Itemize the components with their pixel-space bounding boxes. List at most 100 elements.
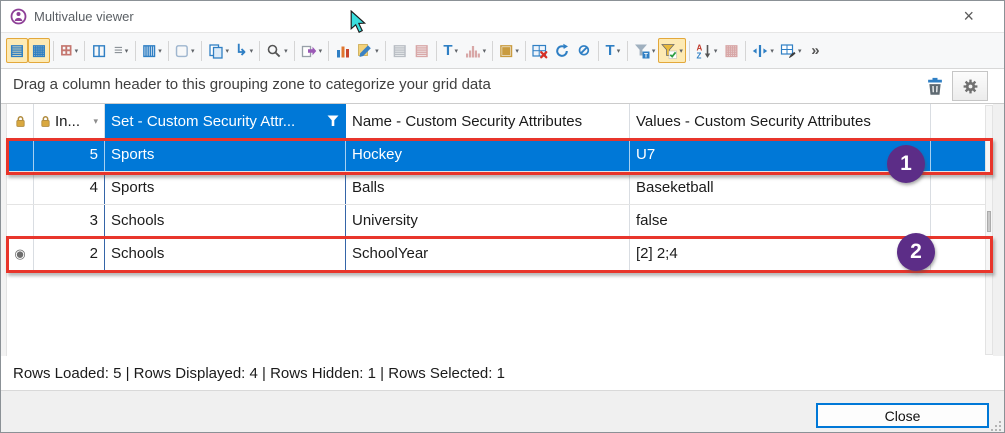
refresh-grid-icon [554,43,570,59]
set-column-filter-icon[interactable] [327,115,339,127]
cell-index[interactable]: 2 [34,238,105,270]
app-icon [10,8,27,25]
dropdown-caret-icon: ▾ [483,47,487,55]
grid-style-button[interactable]: ▾ [777,38,805,63]
cell-name[interactable]: SchoolYear [346,238,630,270]
distribution-button[interactable]: ▾ [462,38,490,63]
grid-row[interactable]: 4SportsBallsBaseketball [7,172,985,205]
view-layout-grid-button[interactable]: ▦ [28,38,50,63]
selection-mode-button[interactable]: ▢▾ [172,38,198,63]
dropdown-caret-icon: ▾ [798,47,802,55]
window-close-icon[interactable]: × [963,4,974,28]
header-values[interactable]: Values - Custom Security Attributes [630,104,931,138]
status-bar: Rows Loaded: 5 | Rows Displayed: 4 | Row… [1,356,1004,391]
header-name[interactable]: Name - Custom Security Attributes [346,104,630,138]
row-merge-button[interactable]: ▦ [720,38,742,63]
column-width-button[interactable]: ▾ [749,38,777,63]
unfreeze-panes-icon: ▤ [415,43,429,58]
cell-index[interactable]: 4 [34,172,105,204]
dropdown-caret-icon: ▾ [319,47,323,55]
cell-name[interactable]: University [346,205,630,237]
header-row-lock[interactable] [7,104,34,138]
close-button[interactable]: Close [816,403,989,428]
dropdown-caret-icon: ▾ [226,47,230,55]
text-to-date-button[interactable]: T▾ [440,38,462,63]
filter-text-button[interactable]: ▾ [631,38,659,63]
grid-row[interactable]: 5SportsHockeyU7 [7,139,985,172]
titlebar[interactable]: Multivalue viewer × [1,1,1004,32]
cell-set[interactable]: Schools [105,238,346,270]
header-filler [931,104,985,138]
cell-index[interactable]: 3 [34,205,105,237]
chart-button[interactable] [332,38,354,63]
dropdown-caret-icon: ▾ [284,47,288,55]
toolbar-separator [168,41,169,61]
grid-settings-button[interactable] [952,71,988,101]
dropdown-caret-icon: ▾ [515,47,519,55]
toolbar-separator [436,41,437,61]
vertical-scrollbar[interactable] [985,105,993,355]
distribution-icon [465,43,481,59]
column-chooser-icon: ▥ [142,43,156,58]
selection-mode-icon: ▢ [175,43,189,58]
cell-values[interactable]: Baseketball [630,172,931,204]
current-row-indicator-icon: ◉ [14,238,25,270]
cell-values[interactable]: U7 [630,139,931,171]
row-indicator-cell[interactable] [7,205,34,237]
dropdown-caret-icon: ▾ [250,47,254,55]
cell-values[interactable]: false [630,205,931,237]
cell-name[interactable]: Balls [346,172,630,204]
row-indicator-cell[interactable] [7,172,34,204]
row-lines-button[interactable]: ≡▾ [110,38,132,63]
clear-grid-button[interactable] [529,38,551,63]
dropdown-caret-icon: ▾ [770,47,774,55]
trash-icon[interactable] [925,76,945,96]
dropdown-caret-icon: ▾ [375,47,379,55]
text-format-button[interactable]: T▾ [602,38,624,63]
grid-style-icon [780,43,796,59]
unfreeze-panes-button[interactable]: ▤ [411,38,433,63]
merge-cells-button[interactable]: ▣▾ [496,38,522,63]
filter-text-icon [634,43,650,59]
edit-button[interactable]: ▾ [354,38,382,63]
sort-az-button[interactable]: ▾ [693,38,721,63]
grouping-zone[interactable]: Drag a column header to this grouping zo… [1,69,1004,104]
toolbar-separator [745,41,746,61]
add-row-button[interactable]: ⊞▾ [57,38,81,63]
view-layout-card-button[interactable]: ▤ [6,38,28,63]
cell-set[interactable]: Schools [105,205,346,237]
toolbar-separator [492,41,493,61]
chart-icon [335,43,351,59]
toolbar-overflow-button[interactable]: » [804,38,826,63]
toolbar-separator [328,41,329,61]
header-name-label: Name - Custom Security Attributes [352,113,582,130]
copy-button[interactable]: ▾ [205,38,233,63]
refresh-grid-button[interactable] [551,38,573,63]
row-indicator-cell[interactable]: ◉ [7,238,34,270]
scrollbar-thumb[interactable] [987,211,991,232]
toolbar-separator [201,41,202,61]
gear-icon [962,78,979,95]
cell-set[interactable]: Sports [105,172,346,204]
resize-grip[interactable] [990,420,1002,432]
goto-row-button[interactable]: ↳▾ [232,38,256,63]
grid-row[interactable]: ◉ 2SchoolsSchoolYear[2] 2;4 [7,238,985,271]
grid-right-gutter [993,104,1005,356]
index-header-dropdown-icon[interactable]: ▾ [93,116,98,127]
cell-index[interactable]: 5 [34,139,105,171]
filter-checked-button[interactable]: ▾ [658,38,686,63]
header-set[interactable]: Set - Custom Security Attr... [105,104,346,138]
auto-refresh-off-button[interactable]: ⊘ [573,38,595,63]
freeze-panes-button[interactable]: ▤ [389,38,411,63]
cell-set[interactable]: Sports [105,139,346,171]
date-time-grid-button[interactable]: ◫ [88,38,110,63]
column-chooser-button[interactable]: ▥▾ [139,38,165,63]
grid-row[interactable]: 3SchoolsUniversityfalse [7,205,985,238]
cell-values[interactable]: [2] 2;4 [630,238,931,270]
header-index[interactable]: In... ▾ [34,104,105,138]
row-indicator-cell[interactable] [7,139,34,171]
search-button[interactable]: ▾ [263,38,291,63]
dropdown-caret-icon: ▾ [454,47,458,55]
export-button[interactable]: ▾ [298,38,326,63]
cell-name[interactable]: Hockey [346,139,630,171]
